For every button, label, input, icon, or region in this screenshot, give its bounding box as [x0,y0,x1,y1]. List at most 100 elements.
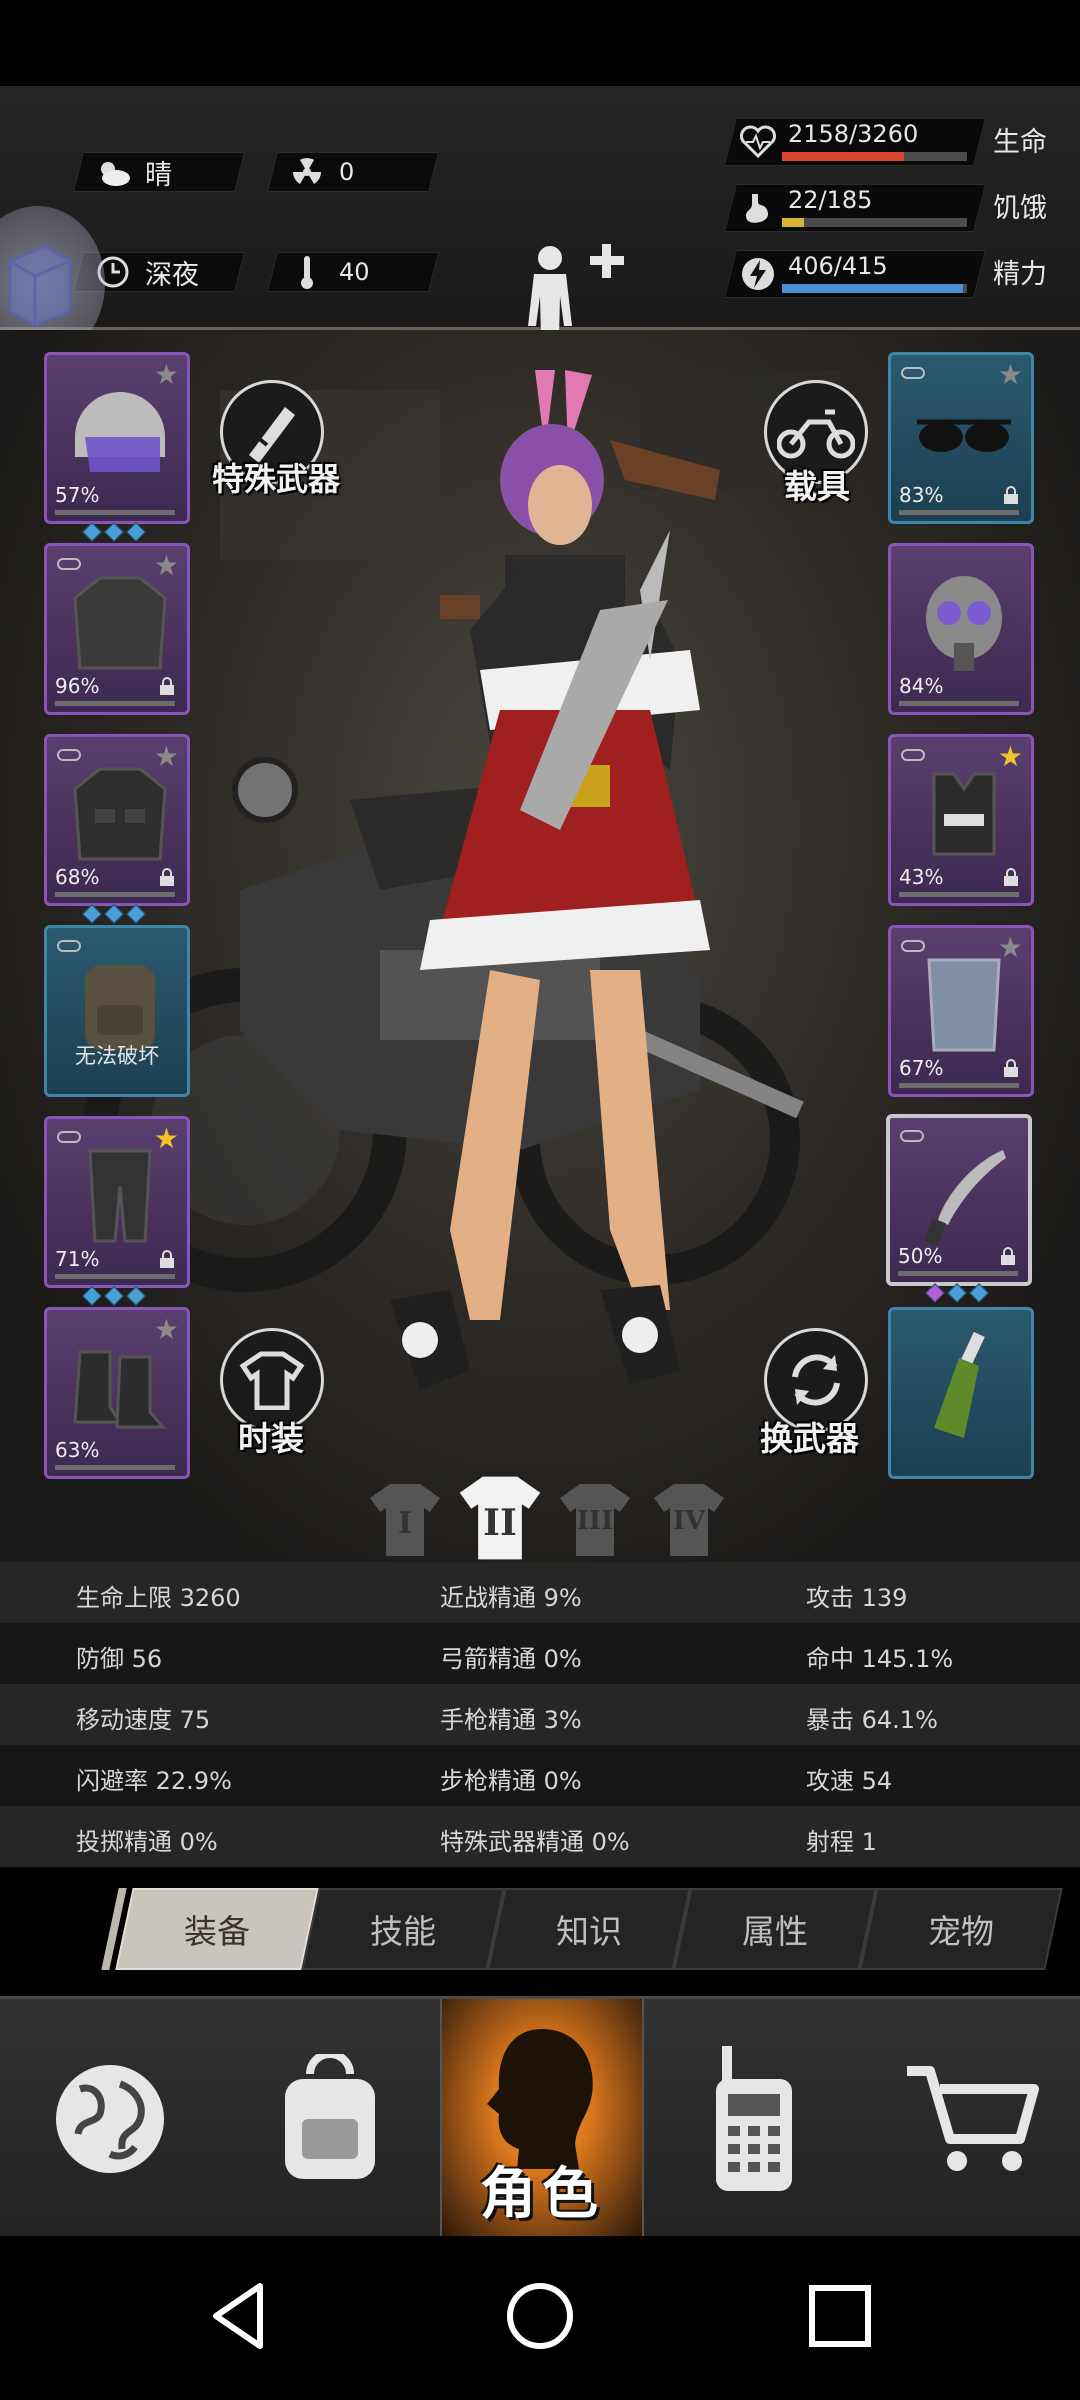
lock-icon [1004,486,1018,504]
pants-icon [88,1149,152,1243]
tab-equipment[interactable]: 装备 [115,1888,319,1970]
star-icon: ★ [153,549,179,582]
stats-row: 闪避率 22.9% 步枪精通 0% 攻速 54 [0,1745,1080,1806]
stomach-icon [746,194,768,223]
star-icon: ★ [153,1313,179,1346]
back-icon[interactable] [202,2276,282,2356]
system-navigation-bar [0,2236,1080,2400]
jacket-icon [73,576,167,670]
vehicle-label: 载具 [784,467,850,506]
jacket-slot[interactable]: ★ 96% [44,543,190,715]
pants-slot[interactable]: ★ 71% [44,1116,190,1306]
slot-durability: 83% [899,483,944,507]
tab-label: 知识 [556,1912,622,1951]
molotov-slot[interactable] [888,1307,1034,1479]
stat-value: 弓箭精通 0% [440,1645,582,1673]
fashion-label: 时装 [238,1419,304,1458]
nav-backpack[interactable] [220,1999,440,2239]
tab-label: 宠物 [928,1912,994,1951]
hunger-bar: 22/185 饥饿 [720,180,1050,236]
stat-value: 攻速 54 [806,1767,893,1795]
bottom-nav: 角色 [0,1996,1080,2239]
slot-durability: 84% [899,674,944,698]
stats-panel: 生命上限 3260 近战精通 9% 攻击 139 防御 56 弓箭精通 0% 命中 145… [0,1562,1080,1867]
helmet-slot[interactable]: ★ 57% [44,352,190,542]
recents-icon[interactable] [800,2276,880,2356]
gas-mask-slot[interactable]: 84% [888,543,1034,715]
stat-value: 射程 1 [806,1828,877,1856]
stat-value: 近战精通 9% [440,1584,582,1612]
boots-slot[interactable]: ★ 63% [44,1307,190,1479]
lock-icon [160,677,174,695]
swap-icon [792,1354,840,1406]
special-weapon-label: 特殊武器 [212,460,341,498]
tab-skills[interactable]: 技能 [301,1888,505,1970]
globe-icon [56,2065,164,2173]
boots-icon [73,1350,167,1429]
hunger-label: 饥饿 [993,193,1047,224]
riot-shield-slot[interactable]: ★ 67% [888,925,1034,1097]
gas-mask-icon [926,576,1002,671]
indestructible-text: 无法破坏 [75,1044,159,1068]
health-label: 生命 [993,127,1047,158]
outfit-tab-1[interactable]: I [368,1480,442,1560]
hunger-value: 22/185 [788,186,873,214]
star-icon: ★ [997,358,1023,391]
temperature-value: 40 [339,258,370,286]
shield-icon [927,958,1001,1052]
helmet-icon [75,392,165,472]
energy-bolt-icon [742,258,774,290]
outfit-tab-4[interactable]: IV [652,1480,726,1560]
machete-slot[interactable]: 50% [886,1114,1032,1303]
stat-value: 生命上限 3260 [76,1584,241,1612]
stat-value: 攻击 139 [806,1584,908,1612]
character-scene: ★ 57% ★ 96% ★ 68% 无法破坏 ★ 71% ★ 63% ★ 83%… [0,330,1080,1562]
outfit-tab-label: I [397,1506,413,1541]
sunglasses-slot[interactable]: ★ 83% [888,352,1034,524]
stats-row: 投掷精通 0% 特殊武器精通 0% 射程 1 [0,1806,1080,1867]
star-icon: ★ [997,740,1023,773]
star-icon: ★ [153,358,179,391]
health-bar: 2158/3260 生命 [720,114,1050,170]
home-icon[interactable] [500,2276,580,2356]
status-bar [0,0,1080,86]
tab-knowledge[interactable]: 知识 [487,1888,691,1970]
outfit-tab-2[interactable]: II [456,1472,544,1562]
stat-value: 闪避率 22.9% [76,1767,232,1795]
slot-durability: 96% [55,674,100,698]
tab-pets[interactable]: 宠物 [859,1888,1063,1970]
sunglasses-icon [917,419,1011,452]
status-hud: 晴 0 深夜 40 2158/3260 生命 22/185 饥饿 406/415… [0,86,1080,384]
nav-world-map[interactable] [0,1999,220,2239]
motorcycle-icon [777,409,855,459]
molotov-icon [934,1331,985,1438]
switch-weapon-label: 换武器 [760,1419,859,1458]
tab-label: 属性 [742,1912,808,1951]
police-vest-slot[interactable]: ★ 43% [888,734,1034,906]
backpack-icon [285,2054,375,2179]
tab-attributes[interactable]: 属性 [673,1888,877,1970]
heart-icon [740,125,776,159]
machete-icon [924,1150,1006,1246]
stat-value: 防御 56 [76,1645,163,1673]
backpack-slot[interactable]: 无法破坏 [44,925,190,1097]
walkie-talkie-icon [716,2046,792,2191]
time-of-day-text: 深夜 [145,259,199,291]
nav-shop[interactable] [864,1999,1080,2239]
nav-radio[interactable] [644,1999,864,2239]
energy-label: 精力 [993,259,1047,290]
shopping-cart-icon [907,2066,1039,2171]
nav-character[interactable]: 角色 [440,1999,644,2239]
outfit-tab-label: III [576,1506,614,1536]
nav-character-label: 角色 [480,2162,604,2227]
outfit-tab-3[interactable]: III [558,1480,632,1560]
temperature-pill: 40 [267,252,439,292]
armor-jacket-icon [73,767,167,861]
star-icon: ★ [153,740,179,773]
stat-value: 步枪精通 0% [440,1767,582,1795]
armor-jacket-slot[interactable]: ★ 68% [44,734,190,924]
outfit-tab-label: II [483,1502,517,1544]
stats-row: 移动速度 75 手枪精通 3% 暴击 64.1% [0,1684,1080,1745]
lock-icon [1004,1059,1018,1077]
energy-value: 406/415 [788,252,888,280]
